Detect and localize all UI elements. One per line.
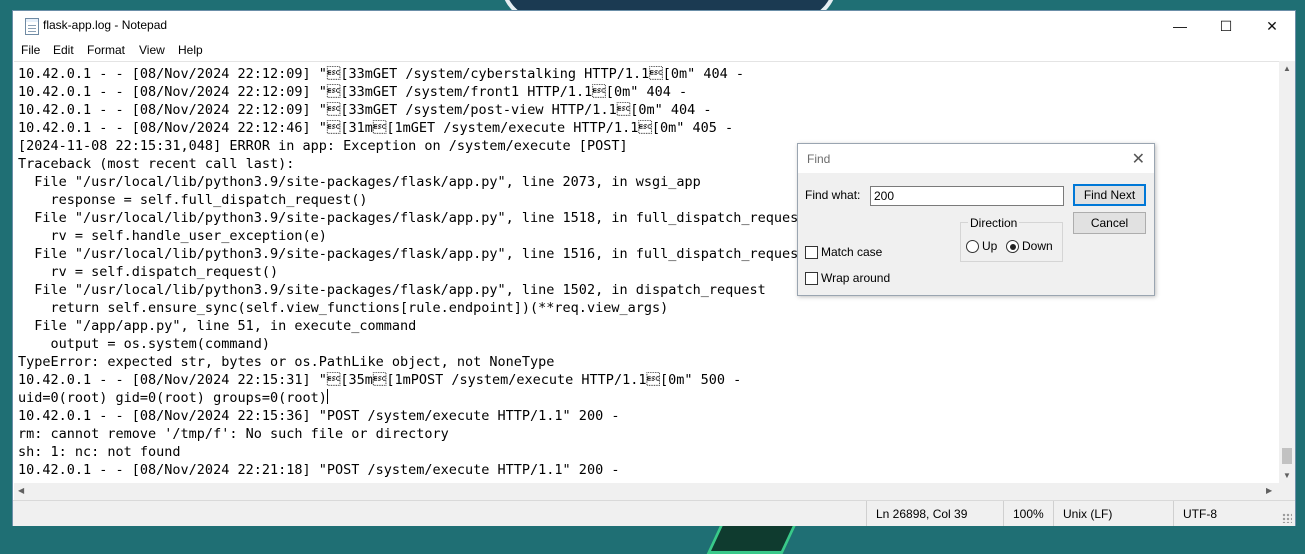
wrap-around-checkbox[interactable] xyxy=(805,272,818,285)
menu-bar: File Edit Format View Help xyxy=(13,41,1295,61)
notepad-icon xyxy=(25,18,39,35)
close-button[interactable]: ✕ xyxy=(1249,11,1295,41)
menu-format[interactable]: Format xyxy=(87,43,125,57)
text-line[interactable]: output = os.system(command) xyxy=(18,335,270,353)
text-caret xyxy=(326,389,328,404)
text-line[interactable]: 10.42.0.1 - - [08/Nov/2024 22:12:09] "[… xyxy=(18,65,744,83)
direction-down-radio[interactable] xyxy=(1006,240,1019,253)
text-line[interactable]: sh: 1: nc: not found xyxy=(18,443,181,461)
find-dialog-titlebar[interactable]: Find ✕ xyxy=(798,144,1154,173)
resize-grip-icon[interactable] xyxy=(1282,513,1292,523)
menu-file[interactable]: File xyxy=(21,43,40,57)
direction-label: Direction xyxy=(968,216,1020,230)
maximize-button[interactable]: ☐ xyxy=(1203,11,1249,41)
scrollbar-corner xyxy=(1279,483,1295,500)
find-dialog: Find ✕ Find what: Find Next Cancel Direc… xyxy=(797,143,1155,296)
title-bar[interactable]: flask-app.log - Notepad — ☐ ✕ xyxy=(13,11,1295,41)
text-line[interactable]: 10.42.0.1 - - [08/Nov/2024 22:12:09] "[… xyxy=(18,83,687,101)
match-case-checkbox[interactable] xyxy=(805,246,818,259)
status-divider xyxy=(1003,501,1004,526)
scroll-thumb[interactable] xyxy=(1282,448,1292,464)
text-line[interactable]: rm: cannot remove '/tmp/f': No such file… xyxy=(18,425,449,443)
status-bar: Ln 26898, Col 39 100% Unix (LF) UTF-8 xyxy=(13,500,1295,526)
status-divider xyxy=(1173,501,1174,526)
direction-up-label[interactable]: Up xyxy=(982,239,997,253)
text-line[interactable]: uid=0(root) gid=0(root) groups=0(root) xyxy=(18,389,328,407)
window-title: flask-app.log - Notepad xyxy=(43,18,168,32)
status-zoom: 100% xyxy=(1013,507,1044,521)
text-line[interactable]: File "/usr/local/lib/python3.9/site-pack… xyxy=(18,173,700,191)
status-encoding: UTF-8 xyxy=(1183,507,1217,521)
text-line[interactable]: TypeError: expected str, bytes or os.Pat… xyxy=(18,353,554,371)
menu-help[interactable]: Help xyxy=(178,43,203,57)
status-position: Ln 26898, Col 39 xyxy=(876,507,968,521)
text-line[interactable]: File "/usr/local/lib/python3.9/site-pack… xyxy=(18,245,806,263)
status-line-ending: Unix (LF) xyxy=(1063,507,1113,521)
text-line[interactable]: 10.42.0.1 - - [08/Nov/2024 22:15:31] "[… xyxy=(18,371,741,389)
text-line[interactable]: rv = self.dispatch_request() xyxy=(18,263,279,281)
text-line[interactable]: rv = self.handle_user_exception(e) xyxy=(18,227,327,245)
cancel-button[interactable]: Cancel xyxy=(1073,212,1146,234)
text-line[interactable]: [2024-11-08 22:15:31,048] ERROR in app: … xyxy=(18,137,628,155)
wrap-around-label[interactable]: Wrap around xyxy=(821,271,890,285)
text-line[interactable]: response = self.full_dispatch_request() xyxy=(18,191,368,209)
direction-up-radio[interactable] xyxy=(966,240,979,253)
text-line[interactable]: File "/usr/local/lib/python3.9/site-pack… xyxy=(18,281,766,299)
scroll-left-icon[interactable]: ◀ xyxy=(18,486,24,495)
find-dialog-title: Find xyxy=(807,152,831,166)
scroll-up-icon[interactable]: ▲ xyxy=(1283,64,1291,73)
status-divider xyxy=(866,501,867,526)
match-case-label[interactable]: Match case xyxy=(821,245,882,259)
minimize-button[interactable]: — xyxy=(1157,11,1203,41)
find-what-label: Find what: xyxy=(805,188,861,202)
find-next-button[interactable]: Find Next xyxy=(1073,184,1146,206)
vertical-scrollbar[interactable]: ▲ ▼ xyxy=(1279,61,1295,483)
status-divider xyxy=(1053,501,1054,526)
text-line[interactable]: 10.42.0.1 - - [08/Nov/2024 22:15:36] "PO… xyxy=(18,407,619,425)
find-what-input[interactable] xyxy=(870,186,1064,206)
text-line[interactable]: Traceback (most recent call last): xyxy=(18,155,294,173)
text-line[interactable]: return self.ensure_sync(self.view_functi… xyxy=(18,299,669,317)
scroll-down-icon[interactable]: ▼ xyxy=(1283,471,1291,480)
text-line[interactable]: 10.42.0.1 - - [08/Nov/2024 22:12:46] "[… xyxy=(18,119,733,137)
text-line[interactable]: 10.42.0.1 - - [08/Nov/2024 22:12:09] "[… xyxy=(18,101,711,119)
menu-view[interactable]: View xyxy=(139,43,165,57)
text-line[interactable]: File "/usr/local/lib/python3.9/site-pack… xyxy=(18,209,806,227)
text-line[interactable]: File "/app/app.py", line 51, in execute_… xyxy=(18,317,416,335)
horizontal-scrollbar[interactable]: ◀ ▶ xyxy=(14,483,1279,500)
text-line[interactable]: 10.42.0.1 - - [08/Nov/2024 22:21:18] "PO… xyxy=(18,461,619,479)
menu-edit[interactable]: Edit xyxy=(53,43,74,57)
find-close-icon[interactable]: ✕ xyxy=(1132,149,1145,169)
scroll-right-icon[interactable]: ▶ xyxy=(1266,486,1272,495)
direction-down-label[interactable]: Down xyxy=(1022,239,1053,253)
